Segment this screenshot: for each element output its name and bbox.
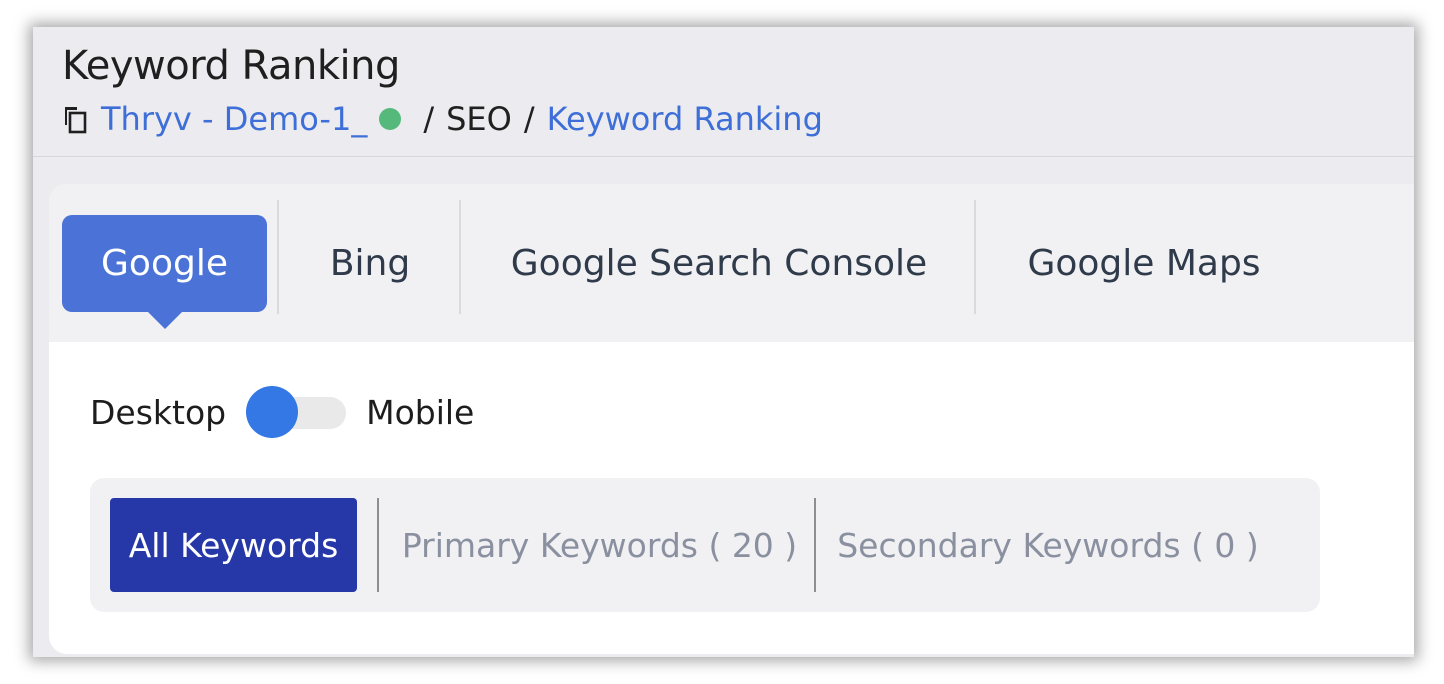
device-toggle-switch[interactable] <box>246 384 347 440</box>
search-engine-tabs: Google Bing Google Search Console Google… <box>49 184 1414 342</box>
toggle-knob[interactable] <box>246 386 299 438</box>
tab-divider <box>974 200 976 314</box>
tab-google-search-console[interactable]: Google Search Console <box>469 215 969 312</box>
breadcrumb-section: SEO <box>446 100 512 138</box>
breadcrumb-account-link[interactable]: Thryv - Demo-1_ <box>101 100 367 138</box>
tab-divider <box>459 200 461 314</box>
copy-icon[interactable] <box>60 103 92 135</box>
status-dot <box>379 108 402 130</box>
breadcrumb: Thryv - Demo-1_ / SEO / Keyword Ranking <box>60 99 823 139</box>
tab-google-maps[interactable]: Google Maps <box>984 215 1304 312</box>
desktop-label: Desktop <box>90 392 227 432</box>
device-toggle-row: Desktop Mobile <box>90 384 474 440</box>
keyword-filter-bar: All Keywords Primary Keywords ( 20 ) Sec… <box>90 478 1320 612</box>
breadcrumb-separator: / <box>423 100 435 138</box>
mobile-label: Mobile <box>366 392 475 432</box>
filter-divider <box>814 498 816 592</box>
app-window: Keyword Ranking Thryv - Demo-1_ / SEO / … <box>33 27 1414 657</box>
page-title: Keyword Ranking <box>62 43 400 89</box>
filter-divider <box>377 498 379 592</box>
header-divider <box>33 156 1414 157</box>
breadcrumb-separator: / <box>523 100 535 138</box>
ranking-card: Google Bing Google Search Console Google… <box>49 184 1414 654</box>
primary-keywords-button[interactable]: Primary Keywords ( 20 ) <box>392 498 807 592</box>
secondary-keywords-button[interactable]: Secondary Keywords ( 0 ) <box>828 498 1268 592</box>
tab-divider <box>277 200 279 314</box>
tab-bing[interactable]: Bing <box>289 215 451 312</box>
tab-google[interactable]: Google <box>62 215 267 329</box>
breadcrumb-current-link[interactable]: Keyword Ranking <box>547 100 823 138</box>
all-keywords-button[interactable]: All Keywords <box>110 498 357 592</box>
